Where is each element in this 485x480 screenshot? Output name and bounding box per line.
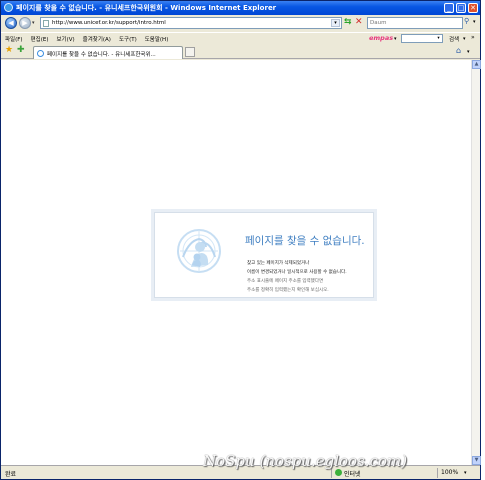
menu-help[interactable]: 도움말(H) bbox=[145, 35, 169, 43]
empas-logo[interactable]: empas bbox=[369, 34, 393, 42]
zoom-level[interactable]: 100% bbox=[441, 469, 458, 476]
security-zone[interactable]: 인터넷 bbox=[344, 469, 361, 478]
page-menu-dropdown[interactable]: ▾ bbox=[467, 49, 470, 55]
close-button[interactable]: ✕ bbox=[468, 3, 478, 13]
forward-arrow-icon: ▶ bbox=[22, 19, 28, 27]
error-line-1: 찾고 있는 페이지가 삭제되었거나 bbox=[247, 261, 310, 266]
scroll-down-button[interactable]: ▼ bbox=[472, 456, 481, 465]
maximize-button[interactable]: □ bbox=[456, 3, 466, 13]
menu-favorites[interactable]: 즐겨찾기(A) bbox=[83, 35, 111, 43]
watermark: NoSpu (nospu.egloos.com) bbox=[203, 452, 408, 470]
menu-edit[interactable]: 편집(E) bbox=[31, 35, 49, 43]
zoom-dropdown[interactable]: ▾ bbox=[464, 470, 467, 476]
star-icon[interactable]: ★ bbox=[5, 46, 13, 55]
tab-label: 페이지를 찾을 수 없습니다. - 유니세프한국위... bbox=[47, 52, 156, 58]
tab-bar: ★ ✚ 페이지를 찾을 수 없습니다. - 유니세프한국위... ⌂ ▾ bbox=[1, 44, 480, 59]
unicef-logo bbox=[177, 229, 221, 273]
stop-icon[interactable]: ✕ bbox=[355, 18, 365, 28]
internet-zone-icon bbox=[335, 469, 342, 476]
empas-dropdown[interactable]: ▾ bbox=[394, 36, 397, 42]
back-button[interactable]: ◀ bbox=[5, 17, 17, 29]
search-input[interactable] bbox=[368, 18, 462, 28]
error-title: 페이지를 찾을 수 없습니다. bbox=[245, 235, 365, 247]
window-title: 페이지를 찾을 수 없습니다. - 유니세프한국위원회 - Windows In… bbox=[16, 4, 277, 12]
error-line-2: 이름이 변경되었거나 일시적으로 사용할 수 없습니다. bbox=[247, 270, 347, 275]
address-field[interactable]: http://www.unicef.or.kr/support/intro.ht… bbox=[40, 17, 342, 29]
ie-icon bbox=[37, 50, 44, 57]
history-dropdown[interactable]: ▾ bbox=[32, 20, 35, 26]
back-arrow-icon: ◀ bbox=[8, 19, 14, 27]
error-box: 페이지를 찾을 수 없습니다. 찾고 있는 페이지가 삭제되었거나 이름이 변경… bbox=[151, 209, 377, 301]
menu-file[interactable]: 파일(F) bbox=[5, 35, 23, 43]
url-text[interactable]: http://www.unicef.or.kr/support/intro.ht… bbox=[52, 20, 166, 26]
status-text: 완료 bbox=[5, 471, 17, 478]
scroll-up-button[interactable]: ▲ bbox=[472, 60, 481, 69]
toolbar-search-options[interactable]: ▾ bbox=[463, 36, 466, 42]
vertical-scrollbar[interactable]: ▲ ▼ bbox=[471, 60, 481, 465]
menu-tools[interactable]: 도구(T) bbox=[119, 35, 137, 43]
address-dropdown[interactable]: ▾ bbox=[331, 19, 340, 27]
toolbar-more-button[interactable]: » bbox=[471, 34, 475, 41]
menu-bar: 파일(F) 편집(E) 보기(V) 즐겨찾기(A) 도구(T) 도움말(H) e… bbox=[1, 32, 480, 44]
page-content: 페이지를 찾을 수 없습니다. 찾고 있는 페이지가 삭제되었거나 이름이 변경… bbox=[1, 60, 471, 465]
search-field[interactable] bbox=[367, 17, 463, 29]
toolbar-search-field[interactable]: ▾ bbox=[401, 34, 443, 43]
browser-window: 페이지를 찾을 수 없습니다. - 유니세프한국위원회 - Windows In… bbox=[0, 0, 481, 480]
toolbar-search-dropdown[interactable]: ▾ bbox=[435, 35, 442, 42]
new-tab-button[interactable] bbox=[185, 47, 195, 57]
menu-view[interactable]: 보기(V) bbox=[56, 35, 74, 43]
toolbar-search-button[interactable]: 검색 bbox=[449, 35, 459, 43]
page-menu-icon[interactable]: ⌂ bbox=[456, 47, 461, 55]
title-bar[interactable]: 페이지를 찾을 수 없습니다. - 유니세프한국위원회 - Windows In… bbox=[1, 1, 480, 15]
minimize-button[interactable]: _ bbox=[444, 3, 454, 13]
address-toolbar: ◀ ▶ ▾ http://www.unicef.or.kr/support/in… bbox=[1, 15, 480, 32]
refresh-icon[interactable]: ⇆ bbox=[344, 18, 354, 28]
forward-button[interactable]: ▶ bbox=[19, 17, 31, 29]
search-dropdown[interactable]: ▾ bbox=[473, 19, 476, 25]
page-icon bbox=[43, 20, 49, 27]
error-line-4: 주소를 정확히 입력했는지 확인해 보십시오. bbox=[247, 288, 329, 293]
error-line-3: 주소 표시줄에 페이지 주소를 입력했다면 bbox=[247, 279, 324, 284]
add-favorite-icon[interactable]: ✚ bbox=[17, 46, 25, 55]
tab-active[interactable]: 페이지를 찾을 수 없습니다. - 유니세프한국위... bbox=[33, 46, 183, 59]
status-divider bbox=[437, 468, 438, 478]
ie-icon bbox=[4, 3, 13, 12]
